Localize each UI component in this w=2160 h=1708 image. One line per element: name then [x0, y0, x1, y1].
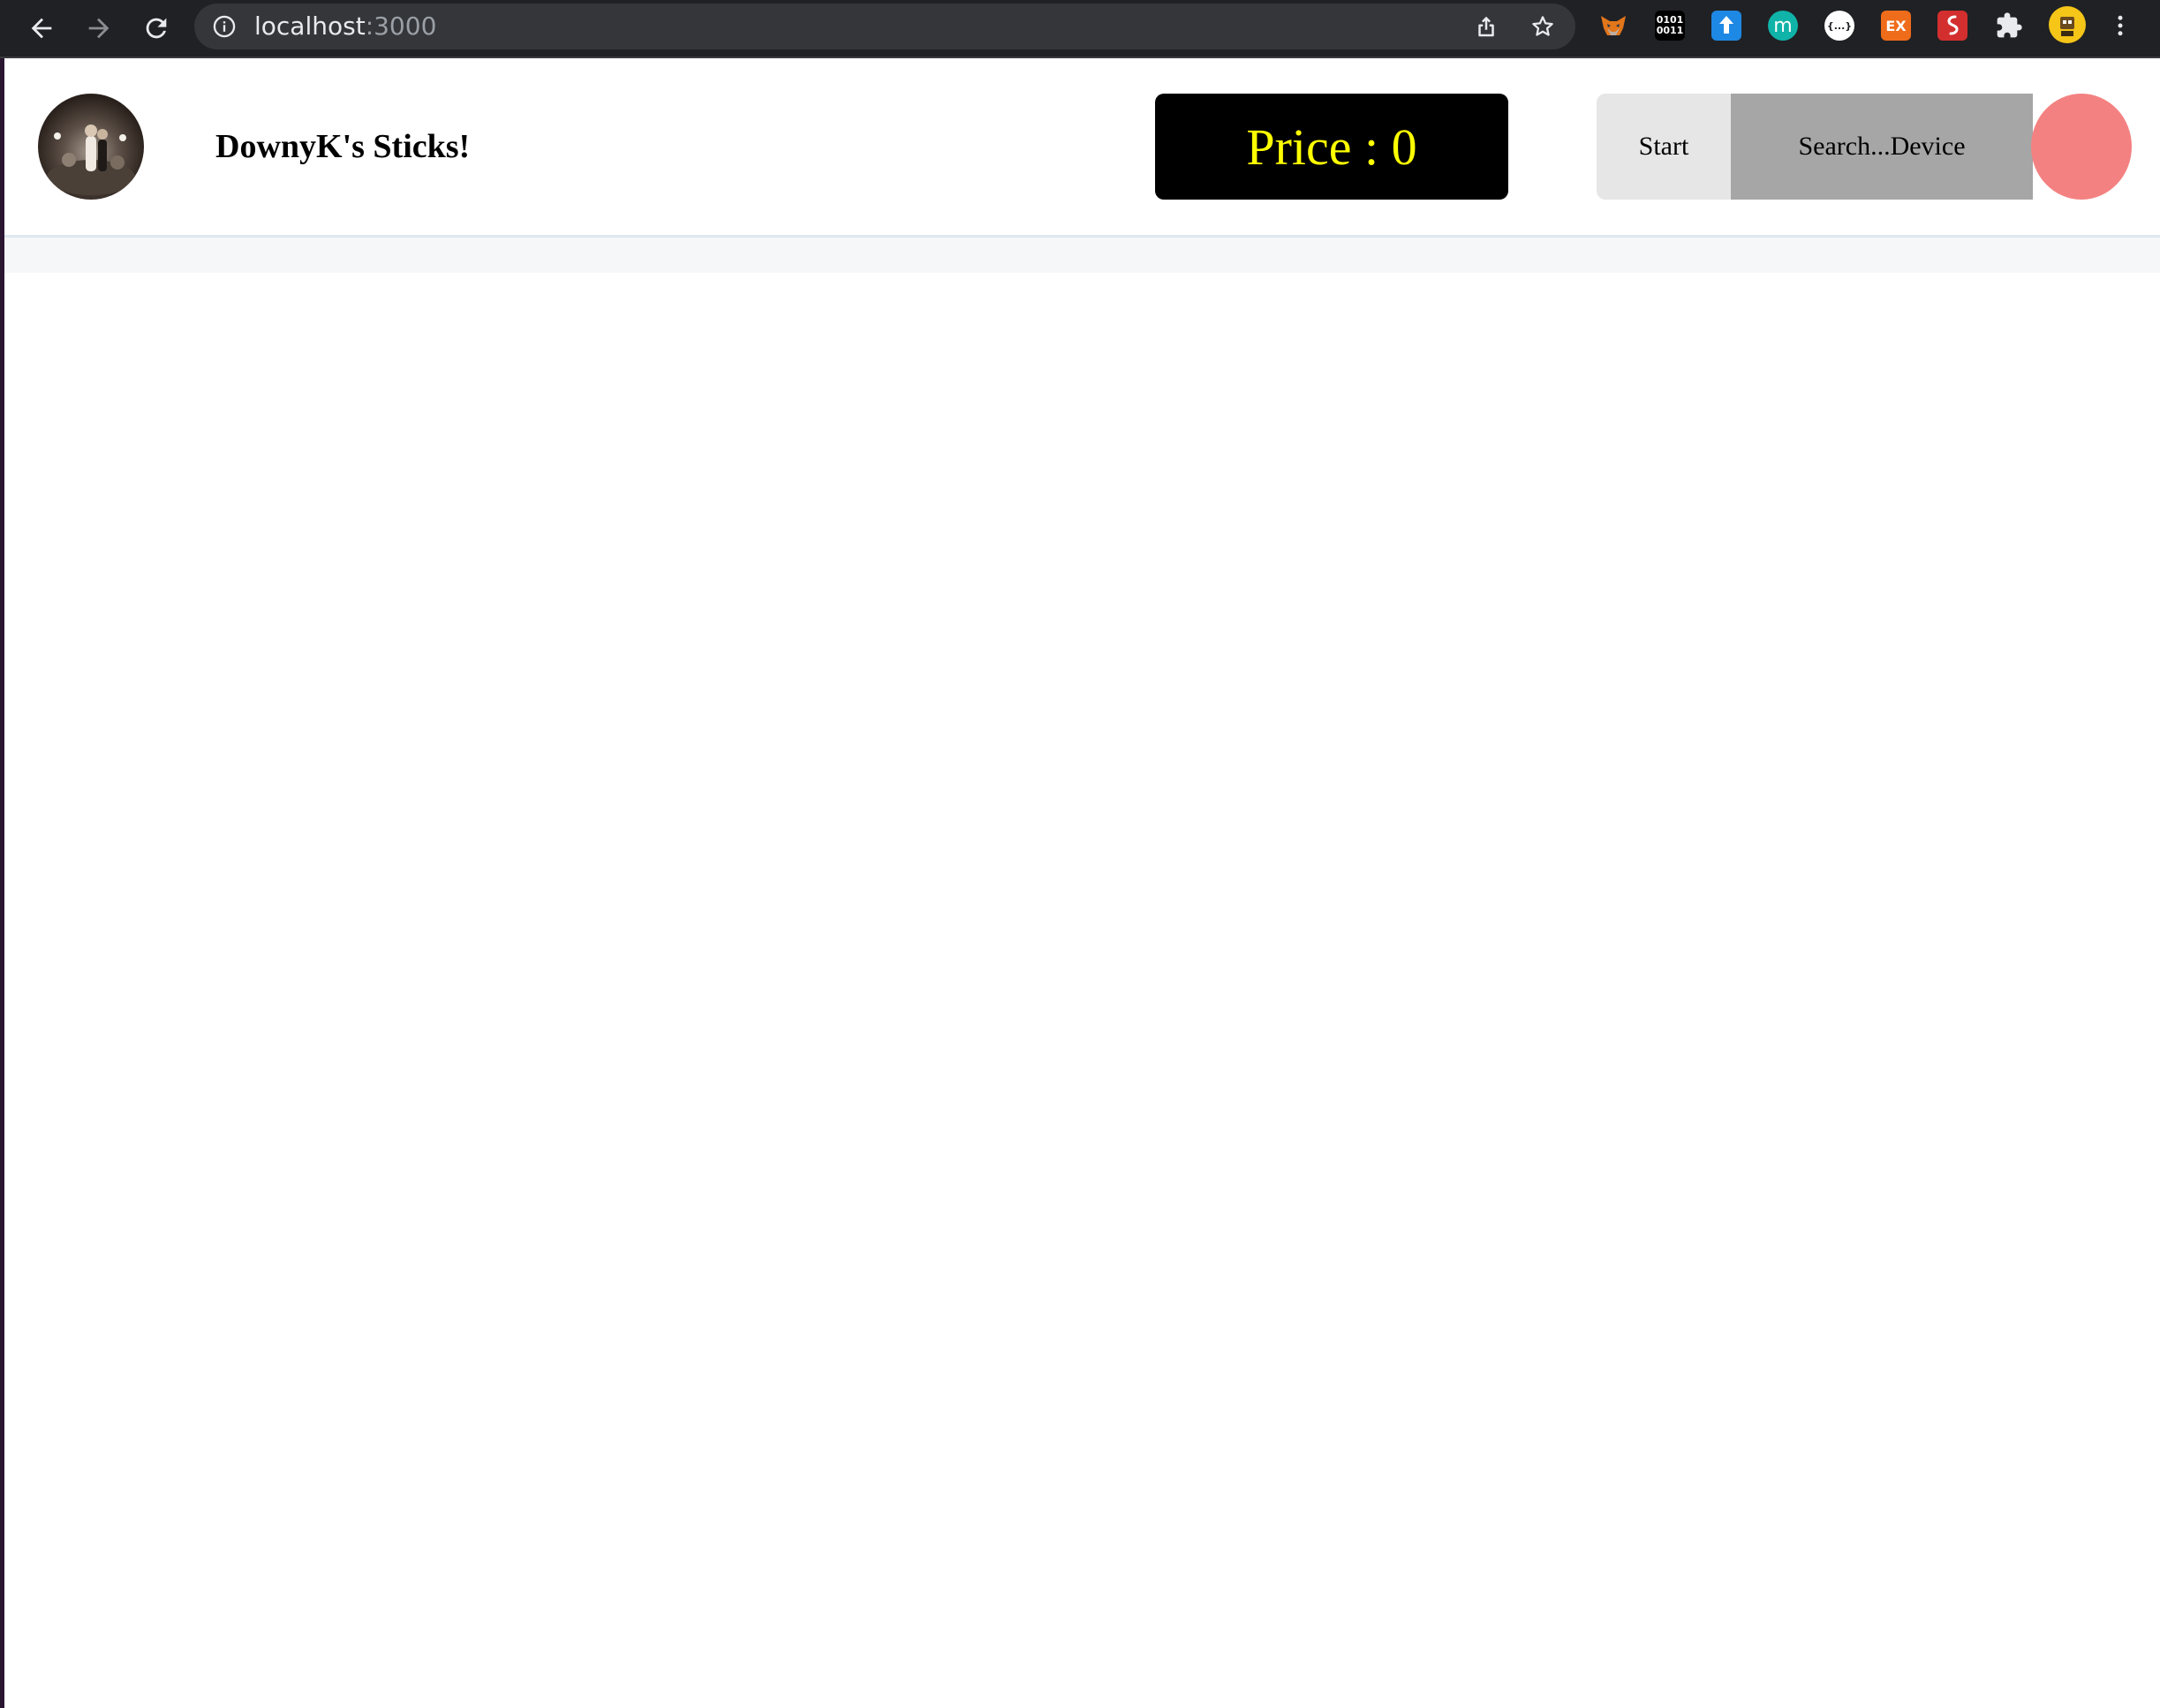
- site-title: DownyK's Sticks!: [215, 128, 471, 165]
- profile-avatar-icon[interactable]: [2049, 6, 2086, 43]
- back-button[interactable]: [18, 4, 65, 52]
- start-button[interactable]: Start: [1597, 94, 1731, 200]
- url-host: localhost: [254, 11, 366, 41]
- share-icon[interactable]: [1473, 13, 1499, 40]
- address-bar[interactable]: localhost:3000: [194, 4, 1575, 49]
- arrow-left-icon: [31, 18, 52, 39]
- browser-toolbar: localhost:3000 0101 0011 m {...} EX: [0, 0, 2160, 58]
- puzzle-extensions-icon[interactable]: [1994, 11, 2024, 41]
- site-header: DownyK's Sticks! Price : 0 Start Search.…: [4, 58, 2160, 238]
- price-label: Price : 0: [1246, 117, 1417, 176]
- arrow-right-icon: [88, 18, 110, 39]
- m-extension-icon[interactable]: m: [1768, 11, 1798, 41]
- json-viewer-extension-icon[interactable]: {...}: [1824, 11, 1854, 41]
- forward-button[interactable]: [75, 4, 123, 52]
- site-info-icon[interactable]: [212, 14, 237, 39]
- binary-extension-icon[interactable]: 0101 0011: [1655, 11, 1685, 41]
- red-extension-icon[interactable]: [1937, 11, 1967, 41]
- reload-button[interactable]: [132, 4, 180, 52]
- site-logo-avatar: [38, 94, 144, 200]
- connection-status-indicator: [2031, 94, 2132, 200]
- blue-upload-extension-icon[interactable]: [1711, 11, 1741, 41]
- more-menu-icon[interactable]: [2107, 11, 2134, 41]
- ex-extension-icon[interactable]: EX: [1881, 11, 1911, 41]
- reload-icon: [146, 18, 167, 39]
- url-text[interactable]: localhost:3000: [254, 4, 436, 49]
- header-divider-strip: [4, 238, 2160, 273]
- url-port: :3000: [365, 11, 437, 41]
- metamask-fox-icon[interactable]: [1598, 11, 1628, 41]
- search-device-button[interactable]: Search...Device: [1731, 94, 2033, 200]
- price-display: Price : 0: [1155, 94, 1508, 200]
- bookmark-star-icon[interactable]: [1529, 13, 1556, 40]
